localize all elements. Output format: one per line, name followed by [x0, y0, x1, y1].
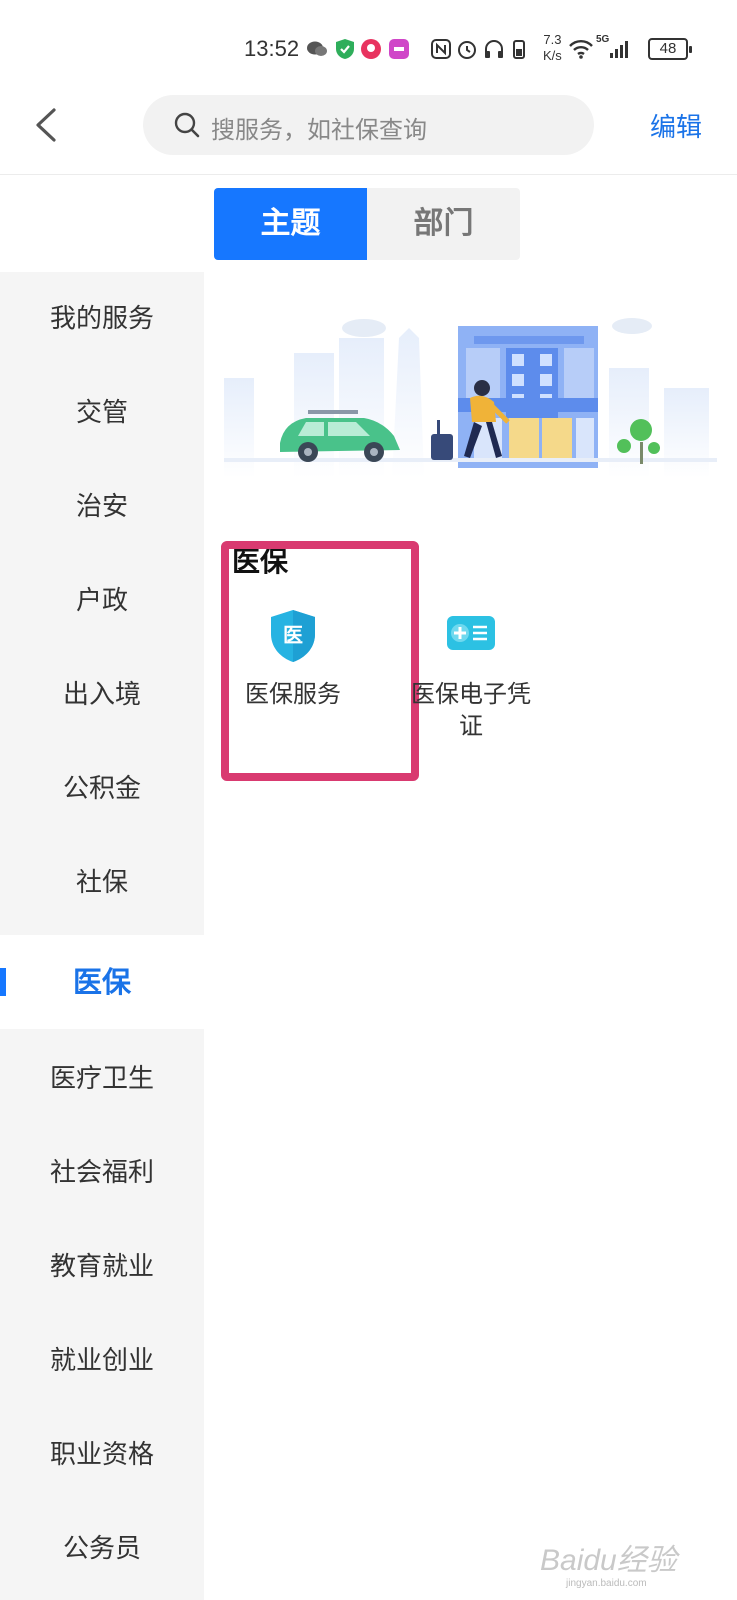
signal-icon — [610, 41, 628, 58]
sidebar-item-social-welfare[interactable]: 社会福利 — [0, 1126, 204, 1220]
medical-shield-icon: 医 — [271, 610, 315, 662]
header-divider — [0, 174, 737, 175]
search-input[interactable]: 搜服务，如社保查询 — [143, 95, 594, 155]
alarm-icon — [458, 41, 476, 59]
sidebar-item-traffic[interactable]: 交管 — [0, 366, 204, 460]
service-medical-e-certificate[interactable]: 医保电子凭证 — [406, 608, 536, 742]
search-icon — [174, 112, 200, 138]
headphones-icon — [485, 40, 503, 58]
battery-indicator: 48 — [648, 38, 692, 60]
network-speed-unit: K/s — [543, 48, 562, 63]
sidebar-item-public-security[interactable]: 治安 — [0, 460, 204, 554]
sidebar-item-housing-fund[interactable]: 公积金 — [0, 742, 204, 836]
watermark-url: jingyan.baidu.com — [566, 1578, 647, 1589]
sidebar-item-household[interactable]: 户政 — [0, 554, 204, 648]
service-medical-insurance[interactable]: 医 医保服务 — [228, 608, 358, 710]
sidebar-item-my-services[interactable]: 我的服务 — [0, 272, 204, 366]
medical-shield-icon-text: 医 — [283, 623, 303, 647]
device-battery-icon — [513, 40, 525, 59]
tab-department[interactable]: 部门 — [367, 188, 520, 260]
sidebar-item-social-security[interactable]: 社保 — [0, 836, 204, 930]
city-banner-illustration — [224, 318, 717, 478]
sidebar-item-medical-insurance[interactable]: 医保 — [0, 935, 204, 1029]
service-label: 医保电子凭证 — [411, 680, 531, 740]
wechat-icon — [307, 41, 327, 56]
back-arrow-icon[interactable] — [28, 100, 64, 150]
wifi-icon — [569, 40, 593, 59]
status-time: 13:52 — [244, 36, 300, 61]
service-label: 医保服务 — [245, 680, 341, 708]
app-notification-icon-2 — [389, 39, 409, 59]
tab-theme[interactable]: 主题 — [214, 188, 367, 260]
network-speed: 7.3 K/s — [543, 32, 562, 64]
sidebar-item-immigration[interactable]: 出入境 — [0, 648, 204, 742]
medical-card-icon — [447, 616, 495, 650]
watermark: Baidu经验 — [540, 1544, 677, 1577]
sidebar-item-healthcare[interactable]: 医疗卫生 — [0, 1032, 204, 1126]
shield-status-icon — [336, 39, 354, 59]
app-notification-icon — [361, 39, 381, 59]
network-speed-value: 7.3 — [543, 32, 562, 47]
edit-button[interactable]: 编辑 — [650, 107, 702, 144]
nfc-icon — [431, 39, 451, 59]
search-placeholder: 搜服务，如社保查询 — [211, 116, 427, 144]
category-sidebar: 我的服务 交管 治安 户政 出入境 公积金 社保 医保 医疗卫生 社会福利 教育… — [0, 272, 204, 1600]
sidebar-item-qualification[interactable]: 职业资格 — [0, 1408, 204, 1502]
sidebar-item-education[interactable]: 教育就业 — [0, 1220, 204, 1314]
sidebar-item-entrepreneurship[interactable]: 就业创业 — [0, 1314, 204, 1408]
status-bar: 13:52 7.3 K/s 5G 48 — [0, 0, 737, 90]
sidebar-item-civil-servant[interactable]: 公务员 — [0, 1502, 204, 1596]
